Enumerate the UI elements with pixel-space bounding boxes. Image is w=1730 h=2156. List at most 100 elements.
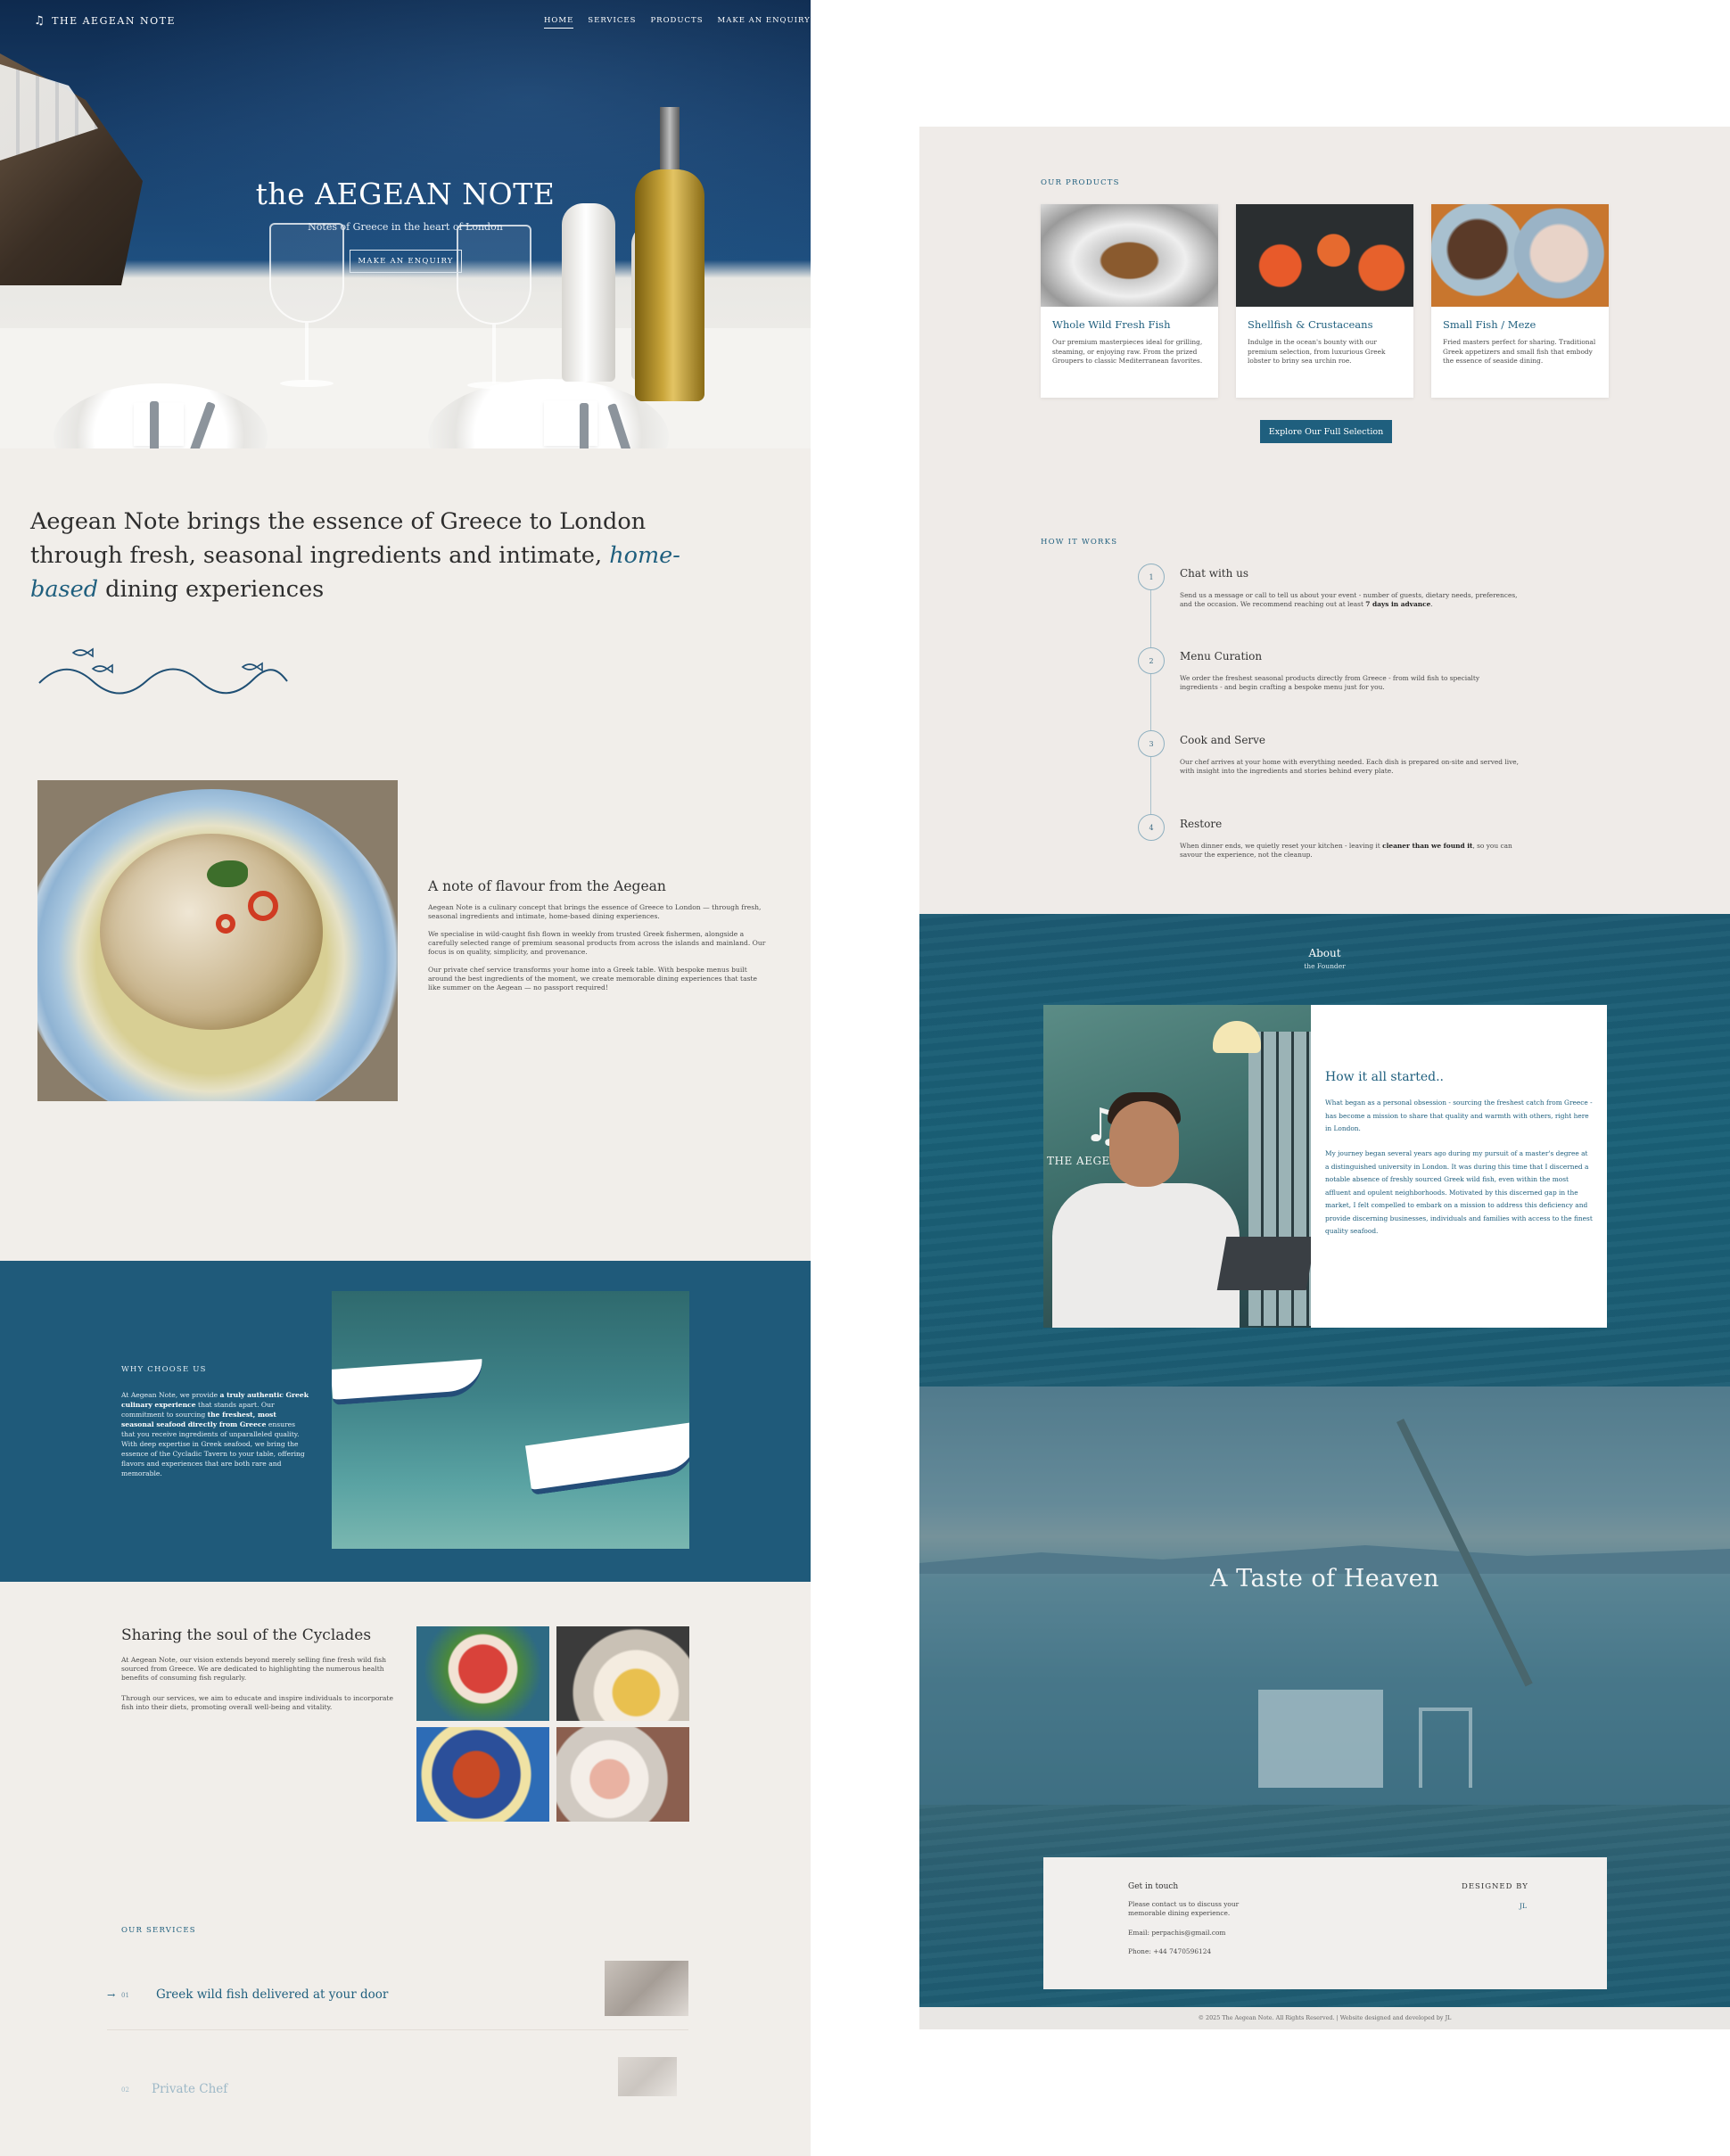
nav-item-products[interactable]: PRODUCTS bbox=[650, 16, 703, 29]
step-number: 4 bbox=[1138, 814, 1165, 841]
step-description: We order the freshest seasonal products … bbox=[1180, 674, 1480, 691]
flavour-paragraph: Our private chef service transforms your… bbox=[428, 966, 758, 992]
fish-delivery-thumbnail bbox=[605, 1961, 688, 2016]
explore-selection-button[interactable]: Explore Our Full Selection bbox=[1260, 420, 1392, 443]
octopus-photo bbox=[416, 1727, 549, 1822]
salad-photo bbox=[416, 1626, 549, 1721]
flavour-paragraph: We specialise in wild-caught fish flown … bbox=[428, 930, 766, 956]
contact-card: Get in touch Please contact us to discus… bbox=[1043, 1857, 1607, 1989]
step-title: Cook and Serve bbox=[1180, 734, 1266, 746]
contact-title: Get in touch bbox=[1128, 1882, 1179, 1891]
nav-item-enquiry[interactable]: MAKE AN ENQUIRY bbox=[718, 16, 811, 29]
product-title: Shellfish & Crustaceans bbox=[1248, 318, 1373, 331]
product-description: Indulge in the ocean's bounty with our p… bbox=[1248, 338, 1386, 365]
brand-logo[interactable]: ♫ THE AEGEAN NOTE bbox=[34, 14, 176, 28]
laptop bbox=[1216, 1237, 1311, 1290]
copyright-text: © 2025 The Aegean Note. All Rights Reser… bbox=[1198, 2014, 1452, 2021]
product-description: Our premium masterpieces ideal for grill… bbox=[1052, 338, 1203, 365]
intro-text: Aegean Note brings the essence of Greece… bbox=[30, 508, 647, 569]
make-enquiry-button[interactable]: MAKE AN ENQUIRY bbox=[350, 250, 462, 273]
step-description: Send us a message or call to tell us abo… bbox=[1180, 591, 1518, 608]
service-item[interactable]: 02 Private Chef bbox=[107, 2055, 688, 2127]
main-nav: HOME SERVICES PRODUCTS MAKE AN ENQUIRY bbox=[544, 16, 811, 29]
services-divider bbox=[107, 2029, 688, 2030]
founder-photo: ♫ THE AEGEAN NOTE bbox=[1043, 1005, 1311, 1328]
steps-timeline bbox=[1150, 577, 1151, 841]
meze-photo bbox=[1431, 204, 1609, 307]
step-number: 3 bbox=[1138, 730, 1165, 757]
step-title: Restore bbox=[1180, 818, 1223, 830]
wine-glass-left bbox=[269, 223, 344, 392]
service-name: Greek wild fish delivered at your door bbox=[156, 1987, 389, 2002]
fork-icon bbox=[150, 401, 159, 448]
fork-icon bbox=[580, 403, 589, 448]
how-it-works-label: HOW IT WORKS bbox=[1041, 538, 1118, 547]
cyclades-paragraph: Through our services, we aim to educate … bbox=[121, 1694, 393, 1711]
step-description: Our chef arrives at your home with every… bbox=[1180, 758, 1519, 775]
flavour-paragraph: Aegean Note is a culinary concept that b… bbox=[428, 903, 762, 920]
why-label: WHY CHOOSE US bbox=[121, 1365, 207, 1374]
music-note-icon: ♫ bbox=[34, 14, 46, 28]
pendant-lamp bbox=[1213, 1021, 1261, 1053]
intro-statement: Aegean Note brings the essence of Greece… bbox=[30, 505, 708, 606]
product-card[interactable]: Whole Wild Fresh Fish Our premium master… bbox=[1041, 204, 1218, 398]
hero-title: the AEGEAN NOTE bbox=[255, 177, 556, 211]
flavour-title: A note of flavour from the Aegean bbox=[428, 878, 666, 894]
hero-section: ♫ THE AEGEAN NOTE HOME SERVICES PRODUCTS … bbox=[0, 0, 811, 448]
product-title: Small Fish / Meze bbox=[1443, 318, 1536, 331]
service-name: Private Chef bbox=[152, 2082, 228, 2096]
service-number: 02 bbox=[121, 2086, 129, 2094]
hero-subtitle: Notes of Greece in the heart of London bbox=[308, 221, 503, 233]
hero-napkin-left bbox=[134, 403, 184, 446]
product-card[interactable]: Shellfish & Crustaceans Indulge in the o… bbox=[1236, 204, 1413, 398]
wave-fish-icon bbox=[38, 647, 288, 695]
cyclades-title: Sharing the soul of the Cyclades bbox=[121, 1626, 372, 1644]
designed-by-label: DESIGNED BY bbox=[1462, 1882, 1528, 1891]
products-page: OUR PRODUCTS Whole Wild Fresh Fish Our p… bbox=[919, 127, 1730, 2029]
service-item[interactable]: → 01 Greek wild fish delivered at your d… bbox=[107, 1961, 688, 2032]
olive-oil-bottle bbox=[635, 107, 704, 401]
story-paragraph: My journey began several years ago durin… bbox=[1325, 1149, 1593, 1235]
step-title: Chat with us bbox=[1180, 567, 1249, 580]
taste-of-heaven-photo bbox=[919, 1387, 1730, 1805]
shellfish-photo bbox=[1236, 204, 1413, 307]
story-paragraph: What began as a personal obsession - sou… bbox=[1325, 1099, 1593, 1132]
hero-napkin-right bbox=[544, 401, 597, 446]
contact-email[interactable]: Email: perpachis@gmail.com bbox=[1128, 1929, 1306, 1938]
cyclades-paragraph: At Aegean Note, our vision extends beyon… bbox=[121, 1656, 387, 1682]
product-card[interactable]: Small Fish / Meze Fried masters perfect … bbox=[1431, 204, 1609, 398]
seafood-platter-photo bbox=[556, 1727, 689, 1822]
contact-phone[interactable]: Phone: +44 7470596124 bbox=[1128, 1947, 1306, 1956]
whole-fish-photo bbox=[1041, 204, 1218, 307]
step-title: Menu Curation bbox=[1180, 650, 1263, 662]
nav-item-home[interactable]: HOME bbox=[544, 16, 574, 29]
service-number: 01 bbox=[121, 1992, 129, 1999]
taste-title: A Taste of Heaven bbox=[1210, 1565, 1439, 1592]
step-number: 2 bbox=[1138, 647, 1165, 674]
products-label: OUR PRODUCTS bbox=[1041, 178, 1120, 187]
home-page: ♫ THE AEGEAN NOTE HOME SERVICES PRODUCTS … bbox=[0, 0, 811, 2156]
wine-glass-right bbox=[457, 225, 531, 394]
why-paragraph: At Aegean Note, we provide a truly authe… bbox=[121, 1391, 309, 1477]
product-description: Fried masters perfect for sharing. Tradi… bbox=[1443, 338, 1596, 365]
about-title: About bbox=[1308, 947, 1341, 959]
product-title: Whole Wild Fresh Fish bbox=[1052, 318, 1171, 331]
designer-link[interactable]: JL bbox=[1520, 1902, 1527, 1910]
arrow-right-icon: → bbox=[107, 1989, 116, 2001]
ceviche-photo bbox=[37, 780, 398, 1101]
private-chef-thumbnail bbox=[618, 2057, 677, 2096]
plated-dish-photo bbox=[556, 1626, 689, 1721]
nav-item-services[interactable]: SERVICES bbox=[588, 16, 636, 29]
step-number: 1 bbox=[1138, 564, 1165, 590]
about-subtitle: the Founder bbox=[1304, 962, 1346, 970]
footer: © 2025 The Aegean Note. All Rights Reser… bbox=[919, 2007, 1730, 2029]
intro-text-end: dining experiences bbox=[98, 576, 325, 603]
top-navbar: ♫ THE AEGEAN NOTE HOME SERVICES PRODUCTS … bbox=[0, 0, 811, 43]
founder-story-card: How it all started.. What began as a per… bbox=[1311, 1005, 1607, 1328]
story-title: How it all started.. bbox=[1325, 1070, 1444, 1084]
step-description: When dinner ends, we quietly reset your … bbox=[1180, 842, 1512, 859]
boats-photo bbox=[332, 1291, 689, 1549]
services-label: OUR SERVICES bbox=[121, 1926, 196, 1935]
contact-description: Please contact us to discuss your memora… bbox=[1128, 1900, 1240, 1917]
brand-name: THE AEGEAN NOTE bbox=[52, 15, 176, 27]
